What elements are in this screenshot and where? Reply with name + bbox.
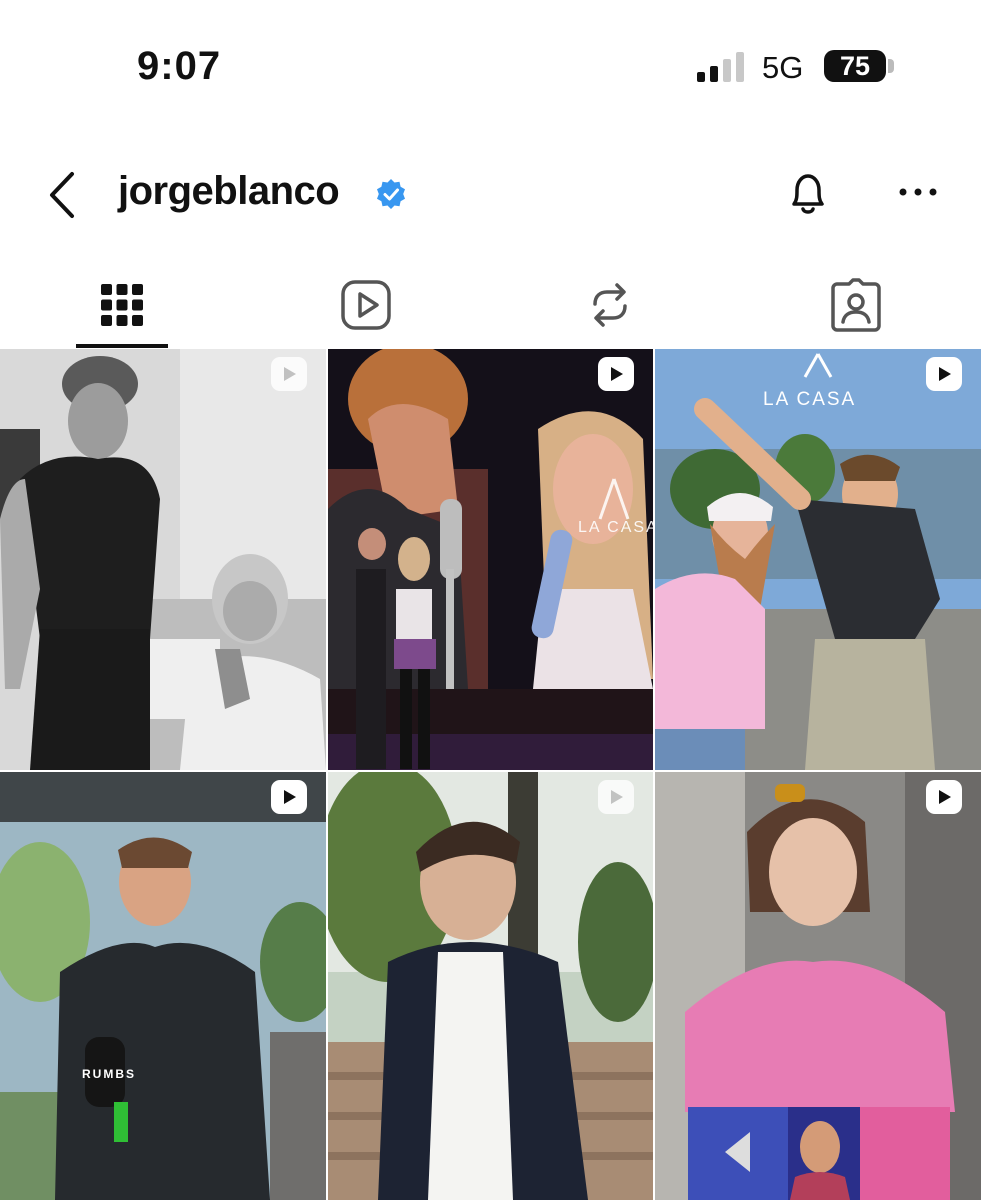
reel-icon bbox=[939, 790, 951, 804]
post-thumbnail-6 bbox=[655, 772, 981, 1200]
posts-grid: LA CASA LA CASA RUMBS bbox=[0, 349, 981, 1200]
reel-badge-5 bbox=[598, 780, 634, 814]
status-bar: 9:07 5G 75 bbox=[0, 0, 981, 130]
cellular-signal-icon bbox=[697, 52, 744, 82]
battery-cap bbox=[888, 59, 894, 73]
post-tile-1[interactable] bbox=[0, 349, 326, 770]
post-thumbnail-4: RUMBS bbox=[0, 772, 326, 1200]
status-time: 9:07 bbox=[137, 44, 222, 88]
repost-icon bbox=[593, 283, 627, 327]
reel-badge-2 bbox=[598, 357, 634, 391]
tab-reposts[interactable] bbox=[549, 262, 671, 348]
tab-reels[interactable] bbox=[305, 262, 427, 348]
tab-tagged[interactable] bbox=[795, 262, 917, 348]
post-4-mic-text: RUMBS bbox=[82, 1067, 136, 1081]
reels-play-icon bbox=[341, 280, 391, 330]
battery-indicator: 75 bbox=[824, 50, 886, 82]
reel-icon bbox=[611, 367, 623, 381]
battery-level: 75 bbox=[839, 50, 871, 81]
network-type: 5G bbox=[762, 50, 804, 85]
grid-icon bbox=[101, 284, 143, 326]
post-thumbnail-5 bbox=[328, 772, 653, 1200]
post-tile-5[interactable] bbox=[328, 772, 653, 1200]
reel-badge-4 bbox=[271, 780, 307, 814]
chevron-left-icon[interactable] bbox=[44, 168, 84, 222]
reel-badge-1 bbox=[271, 357, 307, 391]
profile-tabs bbox=[0, 262, 981, 348]
post-tile-4[interactable]: RUMBS bbox=[0, 772, 326, 1200]
post-tile-3[interactable]: LA CASA bbox=[655, 349, 981, 770]
post-tile-6[interactable] bbox=[655, 772, 981, 1200]
tagged-person-icon bbox=[831, 278, 881, 332]
verified-badge-icon bbox=[377, 179, 405, 209]
reel-icon bbox=[611, 790, 623, 804]
post-thumbnail-1 bbox=[0, 349, 326, 770]
more-horizontal-icon[interactable] bbox=[895, 172, 941, 212]
reel-badge-6 bbox=[926, 780, 962, 814]
post-thumbnail-3: LA CASA bbox=[655, 349, 981, 770]
post-2-watermark: LA CASA bbox=[578, 519, 653, 536]
tab-selected-indicator bbox=[76, 344, 168, 348]
reel-icon bbox=[284, 367, 296, 381]
bell-icon[interactable] bbox=[780, 166, 836, 222]
profile-header: jorgeblanco bbox=[0, 150, 981, 240]
post-tile-2[interactable]: LA CASA bbox=[328, 349, 653, 770]
reel-icon bbox=[284, 790, 296, 804]
reel-icon bbox=[939, 367, 951, 381]
post-3-watermark: LA CASA bbox=[763, 389, 856, 410]
profile-username: jorgeblanco bbox=[118, 169, 340, 213]
reel-badge-3 bbox=[926, 357, 962, 391]
post-thumbnail-2: LA CASA bbox=[328, 349, 653, 770]
tab-posts-grid[interactable] bbox=[61, 262, 183, 348]
